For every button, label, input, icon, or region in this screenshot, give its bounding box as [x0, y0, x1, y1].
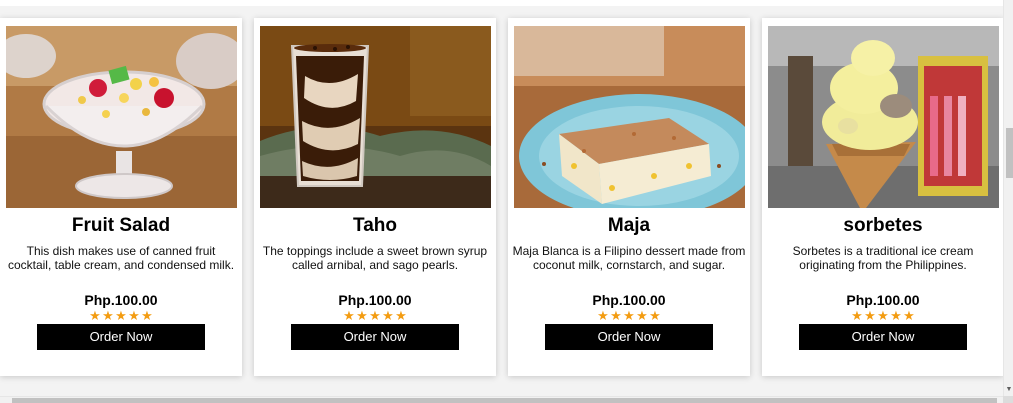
- product-title: Fruit Salad: [71, 215, 171, 236]
- horizontal-scrollbar[interactable]: [0, 396, 1003, 403]
- product-description: Sorbetes is a traditional ice cream orig…: [792, 244, 974, 272]
- product-title: sorbetes: [843, 215, 923, 236]
- star-icon: ★: [903, 308, 915, 323]
- star-icon: ★: [141, 308, 153, 323]
- product-price: Php.100.00: [846, 292, 920, 308]
- product-card-maja: Maja Maja Blanca is a Filipino dessert m…: [508, 18, 750, 376]
- star-icon: ★: [623, 308, 635, 323]
- product-price: Php.100.00: [592, 292, 666, 308]
- order-now-button[interactable]: Order Now: [37, 324, 205, 350]
- product-card-taho: Taho The toppings include a sweet brown …: [254, 18, 496, 376]
- product-title: Taho: [353, 215, 397, 236]
- star-icon: ★: [128, 308, 140, 323]
- taho-image: [260, 26, 491, 208]
- sorbetes-image: [768, 26, 999, 208]
- vertical-scrollbar-thumb[interactable]: [1006, 128, 1013, 178]
- star-icon: ★: [597, 308, 609, 323]
- product-card-sorbetes: sorbetes Sorbetes is a traditional ice c…: [762, 18, 1003, 376]
- vertical-scrollbar[interactable]: ▼: [1003, 0, 1013, 396]
- star-icon: ★: [890, 308, 902, 323]
- star-icon: ★: [102, 308, 114, 323]
- fruit-salad-image: [6, 26, 237, 208]
- star-icon: ★: [382, 308, 394, 323]
- star-icon: ★: [369, 308, 381, 323]
- star-icon: ★: [356, 308, 368, 323]
- order-now-button[interactable]: Order Now: [291, 324, 459, 350]
- star-icon: ★: [864, 308, 876, 323]
- top-band: [0, 0, 1003, 6]
- product-description: Maja Blanca is a Filipino dessert made f…: [512, 244, 746, 272]
- product-description: This dish makes use of canned fruit cock…: [7, 244, 235, 272]
- horizontal-scrollbar-thumb[interactable]: [12, 398, 997, 403]
- star-icon: ★: [610, 308, 622, 323]
- chevron-down-icon[interactable]: ▼: [1005, 386, 1013, 394]
- star-icon: ★: [877, 308, 889, 323]
- star-icon: ★: [636, 308, 648, 323]
- order-now-button[interactable]: Order Now: [799, 324, 967, 350]
- order-now-button[interactable]: Order Now: [545, 324, 713, 350]
- product-card-fruit-salad: Fruit Salad This dish makes use of canne…: [0, 18, 242, 376]
- star-icon: ★: [851, 308, 863, 323]
- product-grid-viewport: Fruit Salad This dish makes use of canne…: [0, 0, 1003, 396]
- star-icon: ★: [395, 308, 407, 323]
- scrollbar-corner: [1003, 396, 1013, 403]
- star-rating: ★★★★★: [762, 309, 1003, 322]
- star-icon: ★: [89, 308, 101, 323]
- star-icon: ★: [649, 308, 661, 323]
- star-rating: ★★★★★: [254, 309, 496, 322]
- product-description: The toppings include a sweet brown syrup…: [262, 244, 488, 272]
- product-price: Php.100.00: [84, 292, 158, 308]
- star-icon: ★: [115, 308, 127, 323]
- product-title: Maja: [607, 215, 651, 236]
- maja-image: [514, 26, 745, 208]
- product-price: Php.100.00: [338, 292, 412, 308]
- star-icon: ★: [343, 308, 355, 323]
- star-rating: ★★★★★: [0, 309, 242, 322]
- star-rating: ★★★★★: [508, 309, 750, 322]
